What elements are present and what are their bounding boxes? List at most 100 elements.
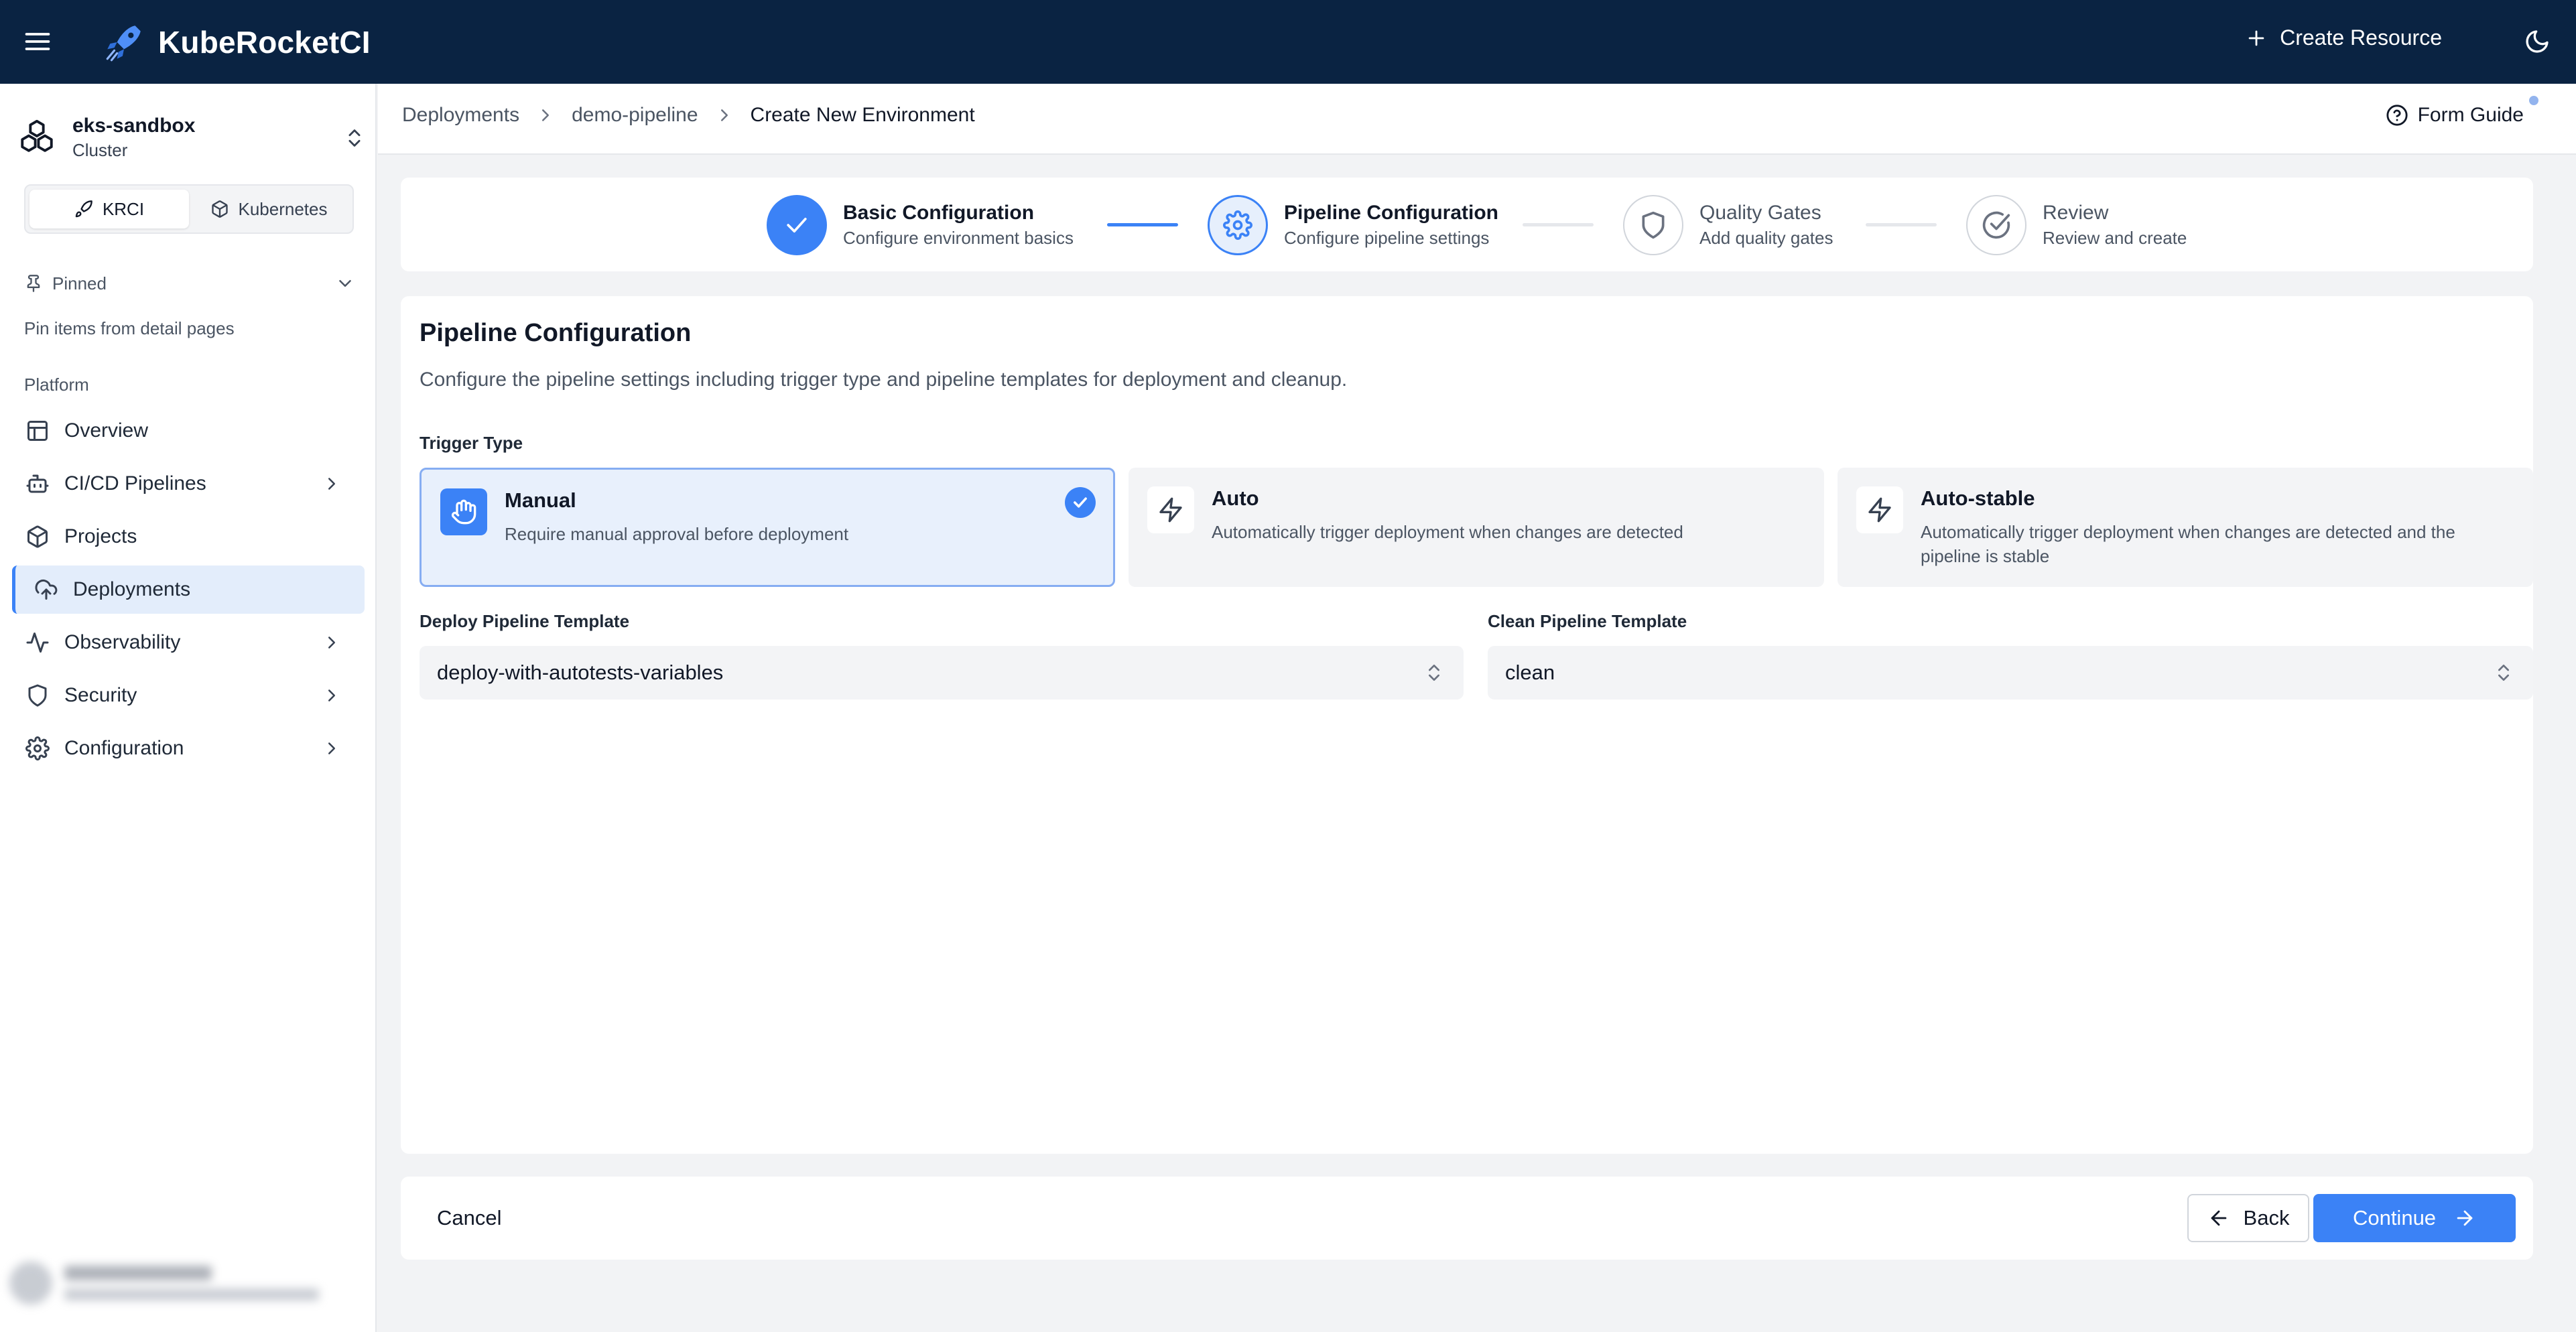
stepper: Basic Configuration Configure environmen… bbox=[401, 178, 2533, 271]
step-subtitle: Configure pipeline settings bbox=[1284, 228, 1490, 248]
arrow-left-icon bbox=[2207, 1207, 2230, 1229]
bot-icon bbox=[25, 472, 50, 496]
chevrons-up-down-icon bbox=[343, 127, 366, 149]
chevron-right-icon bbox=[322, 474, 342, 494]
sidebar-item-label: Projects bbox=[64, 525, 137, 547]
lightning-icon bbox=[1856, 486, 1903, 533]
deploy-template-value: deploy-with-autotests-variables bbox=[437, 661, 724, 684]
sidebar-item-security[interactable]: Security bbox=[12, 671, 365, 720]
cloud-upload-icon bbox=[34, 578, 58, 602]
gear-icon bbox=[1208, 195, 1268, 255]
trigger-option-auto-stable[interactable]: Auto-stable Automatically trigger deploy… bbox=[1838, 468, 2533, 587]
chevrons-up-down-icon bbox=[1423, 662, 1445, 683]
hamburger-menu-icon[interactable] bbox=[23, 27, 52, 56]
app-title: KubeRocketCI bbox=[158, 25, 371, 60]
step-title: Basic Configuration bbox=[843, 202, 1035, 224]
sidebar-item-cicd-pipelines[interactable]: CI/CD Pipelines bbox=[12, 460, 365, 508]
step-title: Quality Gates bbox=[1699, 202, 1821, 224]
clean-template-select[interactable]: clean bbox=[1488, 646, 2533, 700]
step-subtitle: Review and create bbox=[2043, 228, 2187, 248]
sidebar: eks-sandbox Cluster KRCI Kubernetes Pinn… bbox=[0, 84, 377, 1332]
chevron-right-icon bbox=[714, 105, 734, 125]
sidebar-item-label: Observability bbox=[64, 631, 181, 653]
avatar bbox=[9, 1262, 52, 1305]
rocket-logo-icon bbox=[102, 20, 146, 64]
step-basic-configuration[interactable]: Basic Configuration Configure environmen… bbox=[767, 195, 1074, 255]
step-connector bbox=[1107, 223, 1178, 226]
clean-template-label: Clean Pipeline Template bbox=[1488, 611, 1687, 631]
breadcrumb-deployments[interactable]: Deployments bbox=[402, 104, 519, 127]
sidebar-item-label: Configuration bbox=[64, 737, 184, 759]
back-label: Back bbox=[2243, 1206, 2290, 1229]
continue-label: Continue bbox=[2352, 1206, 2437, 1229]
step-subtitle: Configure environment basics bbox=[843, 228, 1074, 248]
sidebar-item-label: Security bbox=[64, 684, 137, 706]
form-title: Pipeline Configuration bbox=[420, 319, 692, 347]
pin-icon bbox=[24, 274, 43, 293]
deploy-template-select[interactable]: deploy-with-autotests-variables bbox=[420, 646, 1464, 700]
gear-icon bbox=[25, 736, 50, 760]
trigger-option-manual[interactable]: Manual Require manual approval before de… bbox=[420, 468, 1115, 587]
trigger-option-description: Require manual approval before deploymen… bbox=[505, 524, 849, 544]
notification-dot bbox=[2529, 96, 2538, 105]
step-review[interactable]: Review Review and create bbox=[1966, 195, 2187, 255]
chevron-right-icon bbox=[322, 632, 342, 653]
sidebar-item-overview[interactable]: Overview bbox=[12, 407, 365, 455]
breadcrumb: Deployments demo-pipeline Create New Env… bbox=[402, 104, 975, 127]
trigger-option-auto[interactable]: Auto Automatically trigger deployment wh… bbox=[1129, 468, 1824, 587]
trigger-option-description: Automatically trigger deployment when ch… bbox=[1921, 522, 2455, 566]
sidebar-item-label: CI/CD Pipelines bbox=[64, 472, 206, 494]
toggle-kubernetes-label: Kubernetes bbox=[238, 198, 328, 219]
trigger-option-title: Auto bbox=[1212, 486, 1259, 510]
lightning-icon bbox=[1147, 486, 1194, 533]
sidebar-item-projects[interactable]: Projects bbox=[12, 513, 365, 561]
trigger-option-title: Auto-stable bbox=[1921, 486, 2035, 510]
cluster-icon bbox=[17, 118, 56, 157]
sidebar-nav: Overview CI/CD Pipelines Projects Deploy… bbox=[12, 407, 365, 777]
pipeline-configuration-form: Pipeline Configuration Configure the pip… bbox=[401, 296, 2533, 1154]
plus-icon bbox=[2245, 27, 2268, 50]
cube-icon bbox=[210, 200, 229, 218]
chevrons-up-down-icon bbox=[2493, 662, 2514, 683]
check-icon bbox=[1065, 487, 1096, 518]
rocket-icon bbox=[74, 200, 93, 218]
sidebar-item-observability[interactable]: Observability bbox=[12, 618, 365, 667]
deploy-template-label: Deploy Pipeline Template bbox=[420, 611, 630, 631]
cluster-switcher[interactable]: eks-sandbox Cluster bbox=[17, 104, 366, 171]
cancel-button[interactable]: Cancel bbox=[418, 1194, 521, 1242]
cluster-name: eks-sandbox bbox=[72, 115, 196, 137]
toggle-kubernetes[interactable]: Kubernetes bbox=[189, 190, 348, 228]
chevron-right-icon bbox=[322, 685, 342, 706]
app-logo[interactable]: KubeRocketCI bbox=[102, 20, 371, 64]
sidebar-item-configuration[interactable]: Configuration bbox=[12, 724, 365, 773]
pinned-section-toggle[interactable]: Pinned bbox=[24, 269, 355, 298]
shield-icon bbox=[25, 683, 50, 708]
form-guide-button[interactable]: Form Guide bbox=[2386, 104, 2524, 127]
box-icon bbox=[25, 525, 50, 549]
arrow-right-icon bbox=[2453, 1207, 2476, 1229]
check-circle-icon bbox=[1966, 195, 2026, 255]
create-resource-button[interactable]: Create Resource bbox=[2245, 25, 2442, 50]
breadcrumb-current: Create New Environment bbox=[750, 104, 975, 126]
layout-icon bbox=[25, 419, 50, 443]
sidebar-item-deployments[interactable]: Deployments bbox=[12, 565, 365, 614]
form-description: Configure the pipeline settings includin… bbox=[420, 369, 1348, 391]
breadcrumb-demo-pipeline[interactable]: demo-pipeline bbox=[572, 104, 698, 127]
help-circle-icon bbox=[2386, 104, 2408, 127]
continue-button[interactable]: Continue bbox=[2313, 1194, 2516, 1242]
trigger-type-label: Trigger Type bbox=[420, 433, 523, 453]
activity-icon bbox=[25, 630, 50, 655]
user-profile-blurred[interactable] bbox=[9, 1250, 365, 1317]
form-footer: Cancel Back Continue bbox=[401, 1177, 2533, 1260]
toggle-krci-label: KRCI bbox=[102, 198, 145, 219]
step-quality-gates[interactable]: Quality Gates Add quality gates bbox=[1623, 195, 1833, 255]
step-connector bbox=[1866, 223, 1937, 226]
back-button[interactable]: Back bbox=[2187, 1194, 2309, 1242]
sidebar-item-label: Deployments bbox=[73, 578, 191, 600]
toggle-krci[interactable]: KRCI bbox=[29, 190, 189, 228]
shield-icon bbox=[1623, 195, 1683, 255]
step-pipeline-configuration[interactable]: Pipeline Configuration Configure pipelin… bbox=[1208, 195, 1498, 255]
trigger-option-title: Manual bbox=[505, 488, 576, 512]
form-guide-label: Form Guide bbox=[2417, 104, 2524, 126]
moon-icon[interactable] bbox=[2524, 28, 2551, 55]
